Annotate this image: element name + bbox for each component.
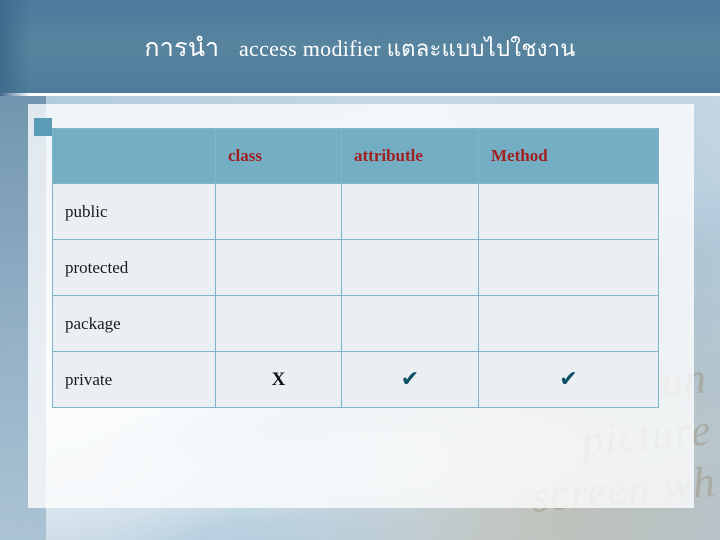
check-mark-icon: ✔ [400, 365, 420, 391]
check-mark-icon: ✔ [559, 365, 578, 391]
table-row: protected [52, 239, 659, 296]
row-label-public: public [52, 183, 216, 240]
cell-public-class [215, 183, 342, 240]
cell-private-class: X [215, 351, 342, 408]
table-row: package [52, 295, 659, 352]
cell-protected-method [478, 239, 659, 296]
cell-package-attributle [341, 295, 479, 352]
access-modifier-table: class attributle Method public protected [52, 128, 659, 408]
table-header-corner [52, 128, 216, 184]
row-label-private: private [52, 351, 216, 408]
cell-protected-class [215, 239, 342, 296]
slide: dun picture screen wh การนำ access modif… [0, 0, 720, 540]
cell-protected-attributle [341, 239, 479, 296]
table-row: private X ✔ ✔ [52, 351, 659, 408]
table-header-attributle: attributle [341, 128, 479, 184]
x-mark-icon: X [271, 368, 286, 390]
cell-private-method: ✔ [478, 351, 659, 408]
page-title-thai: การนำ [144, 35, 220, 62]
cell-package-method [478, 295, 659, 352]
cell-private-attributle: ✔ [341, 351, 479, 408]
table-row: public [52, 183, 659, 240]
cell-package-class [215, 295, 342, 352]
row-label-protected: protected [52, 239, 216, 296]
table-header-method: Method [478, 128, 659, 184]
table-header-row: class attributle Method [52, 128, 659, 184]
page-title-english: access modifier แตละแบบไปใชงาน [238, 36, 576, 61]
square-bullet-icon [34, 118, 52, 136]
cell-public-attributle [341, 183, 479, 240]
row-label-package: package [52, 295, 216, 352]
title-band: การนำ access modifier แตละแบบไปใชงาน [0, 0, 720, 96]
cell-public-method [478, 183, 659, 240]
page-title: การนำ access modifier แตละแบบไปใชงาน [0, 28, 720, 68]
table-header-class: class [215, 128, 342, 184]
